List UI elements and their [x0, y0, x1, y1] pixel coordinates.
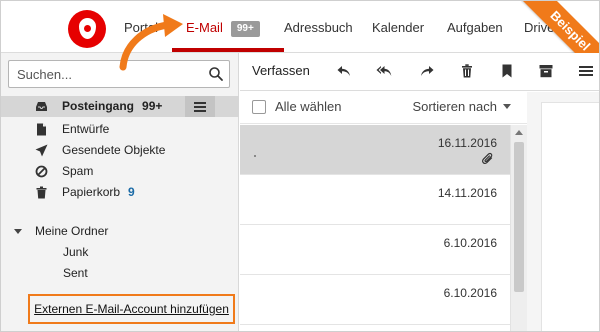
folder-entwuerfe[interactable]: Entwürfe	[1, 119, 239, 140]
scrollbar-thumb[interactable]	[514, 142, 524, 292]
compose-button[interactable]: Verfassen	[252, 63, 310, 78]
send-icon	[35, 144, 48, 157]
nav-portal[interactable]: Portal	[124, 1, 158, 53]
select-all-label[interactable]: Alle wählen	[275, 99, 342, 114]
chevron-down-icon[interactable]	[14, 229, 22, 234]
active-tab-indicator	[172, 48, 284, 52]
menu-line	[194, 106, 206, 108]
trash-icon	[36, 186, 47, 199]
nav-email-label: E-Mail	[186, 20, 223, 35]
mail-date: 6.10.2016	[443, 236, 497, 250]
vodafone-logo[interactable]	[68, 10, 106, 48]
mail-date: 16.11.2016	[437, 136, 497, 150]
folder-name: Papierkorb	[62, 185, 121, 199]
my-folders-header[interactable]: Meine Ordner	[1, 221, 239, 242]
blocked-icon	[35, 165, 48, 178]
forward-icon[interactable]	[419, 63, 435, 79]
webmail-window: Portal E-Mail 99+ Adressbuch Kalender Auf…	[0, 0, 600, 332]
folder-name: Posteingang	[62, 99, 135, 113]
folder-name: Entwürfe	[62, 122, 110, 136]
mail-row[interactable]: 16.11.2016	[240, 125, 510, 175]
mail-row[interactable]: 6.10.2016	[240, 275, 510, 325]
search-input[interactable]: Suchen...	[8, 60, 230, 88]
unread-count: 99+	[142, 99, 163, 113]
sort-label: Sortieren nach	[412, 99, 497, 114]
top-navigation: Portal E-Mail 99+ Adressbuch Kalender Auf…	[1, 1, 599, 53]
search-icon[interactable]	[208, 66, 224, 82]
mail-toolbar: Verfassen	[240, 53, 599, 91]
add-external-account-label: Externen E-Mail-Account hinzufügen	[34, 302, 229, 316]
file-icon	[37, 123, 46, 136]
sort-dropdown[interactable]: Sortieren nach	[412, 99, 511, 114]
reply-icon[interactable]	[336, 63, 352, 79]
folder-name: Gesendete Objekte	[62, 143, 166, 157]
delete-icon[interactable]	[459, 63, 475, 79]
my-folders-label: Meine Ordner	[35, 224, 109, 238]
unread-count: 9	[128, 185, 135, 199]
menu-line	[194, 102, 206, 104]
folder-sent[interactable]: Sent	[63, 263, 88, 284]
reading-pane	[527, 92, 599, 331]
unread-badge: 99+	[230, 21, 260, 37]
folder-menu-button[interactable]	[185, 96, 215, 117]
nav-aufgaben[interactable]: Aufgaben	[447, 1, 503, 53]
mail-row[interactable]: 14.11.2016	[240, 175, 510, 225]
search-placeholder: Suchen...	[17, 67, 72, 82]
menu-line	[194, 110, 206, 112]
folder-posteingang[interactable]: Posteingang 99+	[1, 96, 239, 117]
folder-label: Posteingang 99+	[62, 96, 162, 117]
row-marker	[254, 155, 256, 157]
flag-icon[interactable]	[499, 63, 515, 79]
reading-pane-content	[541, 102, 599, 331]
folder-junk[interactable]: Junk	[63, 242, 88, 263]
inbox-icon	[36, 102, 47, 111]
folder-label: Papierkorb 9	[62, 182, 135, 203]
more-icon[interactable]	[578, 63, 594, 79]
mail-list-scrollbar[interactable]	[510, 125, 527, 331]
mail-list: 16.11.2016 14.11.2016 6.10.2016 6.10.201…	[240, 125, 510, 331]
folder-name: Spam	[62, 164, 94, 178]
nav-kalender[interactable]: Kalender	[372, 1, 424, 53]
add-external-account-link[interactable]: Externen E-Mail-Account hinzufügen	[28, 294, 235, 324]
reply-all-icon[interactable]	[376, 63, 392, 79]
folder-sidebar: Suchen... Posteingang 99+ Entwürfe Gesen…	[1, 53, 239, 331]
chevron-down-icon	[503, 104, 511, 109]
mail-date: 6.10.2016	[443, 286, 497, 300]
select-all-checkbox[interactable]	[252, 100, 266, 114]
nav-adressbuch[interactable]: Adressbuch	[284, 1, 353, 53]
nav-email[interactable]: E-Mail 99+	[186, 1, 260, 53]
mail-list-header: Alle wählen Sortieren nach	[240, 92, 527, 124]
scroll-up-arrow-icon[interactable]	[515, 130, 523, 135]
mail-date: 14.11.2016	[437, 186, 497, 200]
logo-dot	[84, 25, 91, 32]
folder-gesendete-objekte[interactable]: Gesendete Objekte	[1, 140, 239, 161]
archive-icon[interactable]	[538, 63, 554, 79]
folder-papierkorb[interactable]: Papierkorb 9	[1, 182, 239, 203]
folder-spam[interactable]: Spam	[1, 161, 239, 182]
mail-row[interactable]: 6.10.2016	[240, 225, 510, 275]
attachment-icon	[482, 152, 493, 165]
